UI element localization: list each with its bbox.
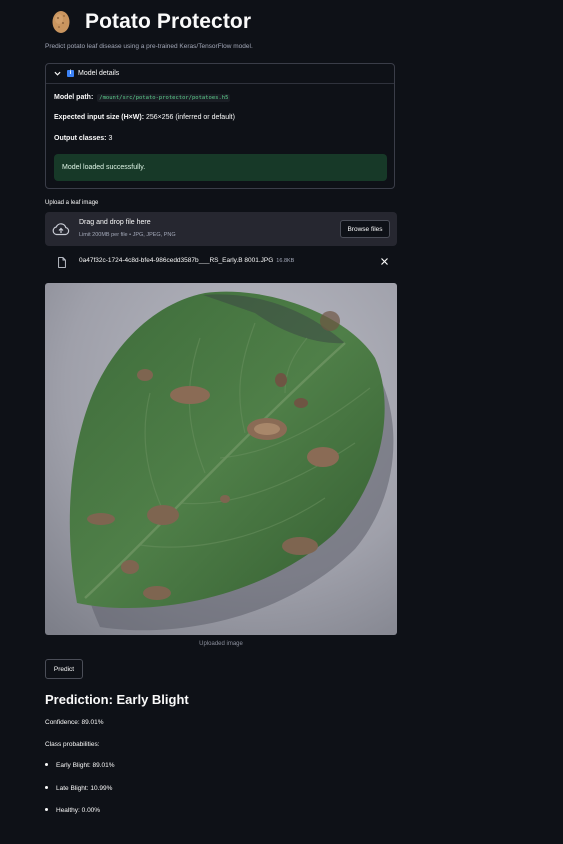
probability-text: Early Blight: 89.01% (56, 762, 115, 769)
uploaded-file-name: 0a47f32c-1724-4c8d-bfe4-986cedd3587b___R… (79, 257, 294, 264)
output-classes-line: Output classes: 3 (54, 135, 112, 142)
file-size: 16.8KB (276, 258, 295, 264)
probabilities-label: Class probabilities: (45, 741, 100, 748)
model-path-line: Model path:/mount/src/potato-protector/p… (54, 94, 231, 102)
model-details-header[interactable]: i Model details (46, 64, 394, 84)
upload-label: Upload a leaf image (45, 200, 99, 206)
page-title: Potato Protector (85, 10, 252, 33)
probability-item-early-blight: Early Blight: 89.01% (45, 762, 115, 769)
input-size-label: Expected input size (H×W): (54, 114, 145, 121)
potato-icon (52, 11, 70, 33)
leaf-image-graphic (45, 283, 397, 635)
predict-button[interactable]: Predict (45, 659, 83, 679)
title-row: Potato Protector (45, 6, 251, 38)
probability-item-late-blight: Late Blight: 10.99% (45, 785, 112, 792)
model-status-alert: Model loaded successfully. (54, 154, 387, 181)
browse-files-button[interactable]: Browse files (340, 220, 390, 238)
probability-text: Healthy: 0.00% (56, 807, 101, 814)
probability-text: Late Blight: 10.99% (56, 785, 113, 792)
input-size-line: Expected input size (H×W): 256×256 (infe… (54, 114, 235, 121)
bullet (45, 785, 48, 789)
chevron-down-icon (54, 71, 61, 76)
cloud-upload-icon (52, 223, 70, 236)
dropzone-title: Drag and drop file here (79, 219, 151, 226)
bullet (45, 762, 48, 766)
model-status-text: Model loaded successfully. (62, 164, 146, 171)
probability-item-healthy: Healthy: 0.00% (45, 807, 100, 814)
confidence-text: Confidence: 89.01% (45, 719, 104, 726)
model-path-label: Model path: (54, 94, 94, 101)
bullet (45, 807, 48, 811)
file-icon (58, 257, 66, 268)
model-details-label: Model details (78, 70, 120, 77)
model-details-expander: i Model details Model path:/mount/src/po… (45, 63, 395, 189)
output-classes-value: 3 (108, 135, 113, 142)
app-page: Potato Protector Predict potato leaf dis… (0, 0, 563, 844)
file-dropzone[interactable]: Drag and drop file here Limit 200MB per … (45, 212, 397, 246)
prediction-title: Prediction: Early Blight (45, 692, 189, 707)
page-subtitle: Predict potato leaf disease using a pre-… (45, 43, 253, 50)
uploaded-file-row: 0a47f32c-1724-4c8d-bfe4-986cedd3587b___R… (45, 254, 397, 270)
close-icon[interactable] (380, 257, 389, 266)
output-classes-label: Output classes: (54, 135, 107, 142)
dropzone-limit: Limit 200MB per file • JPG, JPEG, PNG (79, 232, 176, 238)
file-name-text: 0a47f32c-1724-4c8d-bfe4-986cedd3587b___R… (79, 257, 274, 264)
input-size-value: 256×256 (inferred or default) (146, 114, 235, 121)
model-path-value: /mount/src/potato-protector/potatoes.h5 (97, 94, 231, 102)
uploaded-leaf-image (45, 283, 397, 635)
image-caption: Uploaded image (199, 641, 243, 647)
info-icon: i (67, 70, 74, 77)
